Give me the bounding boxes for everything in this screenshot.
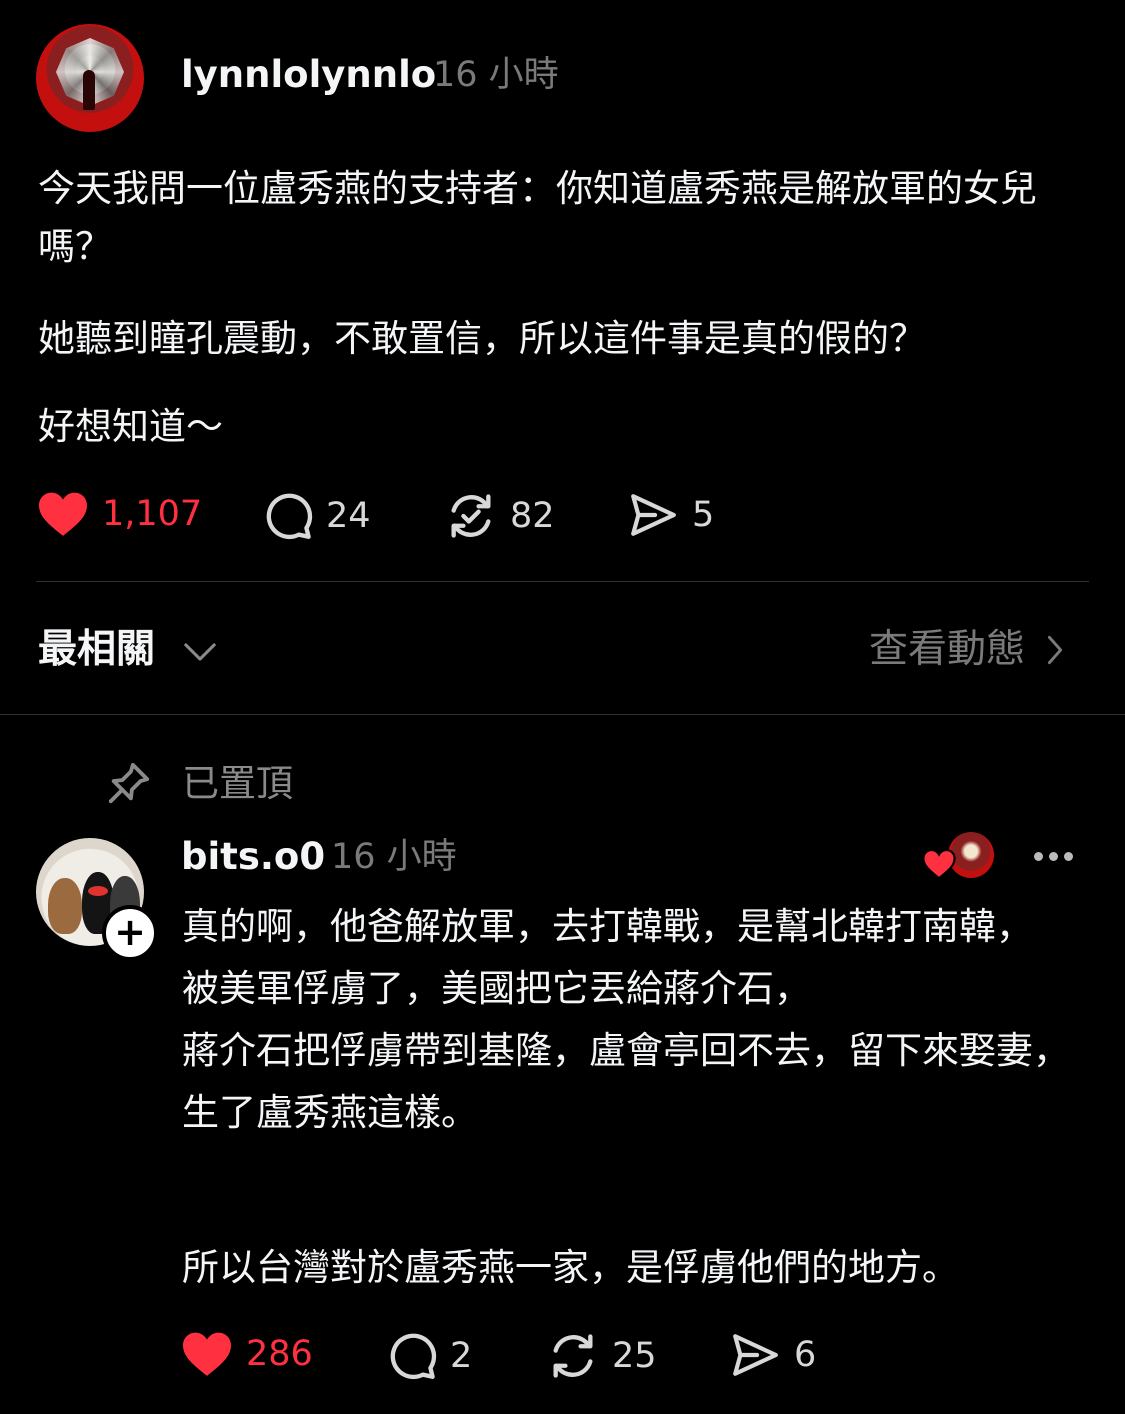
repost-icon [553,1334,593,1378]
reply-share-button[interactable]: 6 [728,1330,816,1380]
share-icon [733,1334,778,1376]
like-button[interactable]: 1,107 [36,490,202,538]
like-count: 1,107 [102,494,203,534]
reply-text: 所以台灣對於盧秀燕一家，是俘虜他們的地方。 [182,1246,959,1289]
reply-comment-count: 2 [450,1336,473,1376]
author-username[interactable]: lynnlolynnlo [181,52,436,98]
reply-share-count: 6 [794,1335,817,1375]
reply-text: 真的啊，他爸解放軍，去打韓戰，是幫北韓打南韓， 被美軍俘虜了，美國把它丟給蔣介石… [182,905,1070,1134]
comment-icon [390,1333,437,1380]
comment-button[interactable]: 24 [262,490,371,542]
sort-label: 最相關 [38,627,156,672]
chevron-right-icon [1047,635,1063,665]
reply-timestamp: 16 小時 [331,837,457,877]
chevron-down-icon [183,642,216,661]
comment-icon [266,493,313,540]
share-count: 5 [692,495,715,535]
sort-dropdown[interactable]: 最相關 [38,624,217,676]
reply-repost-count: 25 [612,1336,657,1376]
author-liked-heart-icon [922,849,956,880]
section-divider [0,714,1125,715]
repost-count: 82 [510,496,555,536]
pinned-label: 已置頂 [182,762,293,805]
divider [36,581,1089,582]
reply-like-count: 286 [246,1334,313,1374]
repost-icon [451,494,491,538]
more-options-icon[interactable] [1034,846,1078,866]
view-activity-label: 查看動態 [868,627,1025,672]
post-paragraph: 好想知道～ [38,405,223,448]
reply-comment-button[interactable]: 2 [386,1330,472,1382]
post-paragraph: 今天我問一位盧秀燕的支持者：你知道盧秀燕是解放軍的女兒嗎？ [38,167,1037,268]
post-timestamp: 16 小時 [433,55,559,95]
comment-count: 24 [326,496,371,536]
pin-icon [108,762,150,804]
reply-like-button[interactable]: 286 [180,1330,313,1378]
share-icon [631,494,676,536]
heart-icon [183,1332,231,1376]
follow-plus-icon[interactable]: + [102,905,158,961]
view-activity-link[interactable]: 查看動態 [869,624,1065,676]
share-button[interactable]: 5 [626,490,714,540]
post-paragraph: 她聽到瞳孔震動，不敢置信，所以這件事是真的假的？ [38,317,926,360]
heart-icon [39,492,87,536]
author-avatar[interactable] [36,24,144,132]
repost-button[interactable]: 82 [444,490,555,542]
reply-username[interactable]: bits.o0 [181,834,325,880]
reply-repost-button[interactable]: 25 [546,1330,657,1382]
